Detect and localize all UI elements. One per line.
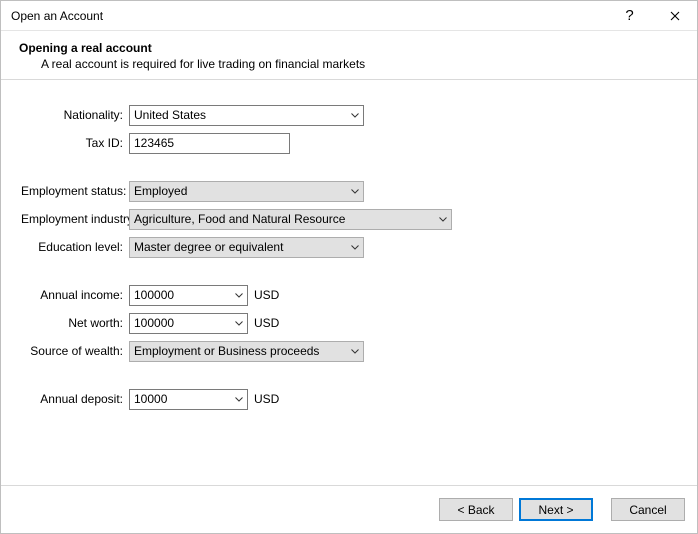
employment-industry-label: Employment industry: xyxy=(21,212,129,226)
header-title: Opening a real account xyxy=(19,41,683,55)
education-level-select[interactable]: Master degree or equivalent xyxy=(129,237,364,258)
help-button[interactable]: ? xyxy=(607,1,652,30)
tax-id-label: Tax ID: xyxy=(21,136,129,150)
source-of-wealth-value: Employment or Business proceeds xyxy=(134,344,319,358)
net-worth-combo[interactable]: 100000 xyxy=(129,313,248,334)
help-icon: ? xyxy=(625,7,633,24)
back-button[interactable]: < Back xyxy=(439,498,513,521)
annual-income-combo[interactable]: 100000 xyxy=(129,285,248,306)
education-level-value: Master degree or equivalent xyxy=(134,240,283,254)
annual-deposit-label: Annual deposit: xyxy=(21,392,129,406)
education-level-label: Education level: xyxy=(21,240,129,254)
employment-status-value: Employed xyxy=(134,184,187,198)
close-icon xyxy=(670,11,680,21)
chevron-down-icon xyxy=(230,286,247,305)
source-of-wealth-label: Source of wealth: xyxy=(21,344,129,358)
net-worth-label: Net worth: xyxy=(21,316,129,330)
employment-status-label: Employment status: xyxy=(21,184,129,198)
nationality-value: United States xyxy=(134,108,206,122)
dialog-header: Opening a real account A real account is… xyxy=(1,31,697,80)
chevron-down-icon xyxy=(230,314,247,333)
chevron-down-icon xyxy=(230,390,247,409)
nationality-label: Nationality: xyxy=(21,108,129,122)
dialog-footer: < Back Next > Cancel xyxy=(1,485,697,533)
form-body: Nationality: United States Tax ID: Emplo… xyxy=(1,80,697,485)
header-subtitle: A real account is required for live trad… xyxy=(19,57,683,71)
chevron-down-icon xyxy=(346,106,363,125)
chevron-down-icon xyxy=(346,342,363,361)
titlebar: Open an Account ? xyxy=(1,1,697,31)
close-button[interactable] xyxy=(652,1,697,30)
cancel-button[interactable]: Cancel xyxy=(611,498,685,521)
annual-income-value: 100000 xyxy=(134,288,174,302)
source-of-wealth-select[interactable]: Employment or Business proceeds xyxy=(129,341,364,362)
annual-income-label: Annual income: xyxy=(21,288,129,302)
annual-deposit-unit: USD xyxy=(254,392,279,406)
tax-id-field[interactable] xyxy=(134,134,285,153)
nationality-select[interactable]: United States xyxy=(129,105,364,126)
window-title: Open an Account xyxy=(11,9,607,23)
chevron-down-icon xyxy=(346,238,363,257)
net-worth-unit: USD xyxy=(254,316,279,330)
annual-income-unit: USD xyxy=(254,288,279,302)
annual-deposit-combo[interactable]: 10000 xyxy=(129,389,248,410)
next-button[interactable]: Next > xyxy=(519,498,593,521)
annual-deposit-value: 10000 xyxy=(134,392,167,406)
employment-industry-value: Agriculture, Food and Natural Resource xyxy=(134,212,345,226)
employment-industry-select[interactable]: Agriculture, Food and Natural Resource xyxy=(129,209,452,230)
net-worth-value: 100000 xyxy=(134,316,174,330)
chevron-down-icon xyxy=(434,210,451,229)
dialog-window: Open an Account ? Opening a real account… xyxy=(0,0,698,534)
chevron-down-icon xyxy=(346,182,363,201)
tax-id-input[interactable] xyxy=(129,133,290,154)
employment-status-select[interactable]: Employed xyxy=(129,181,364,202)
